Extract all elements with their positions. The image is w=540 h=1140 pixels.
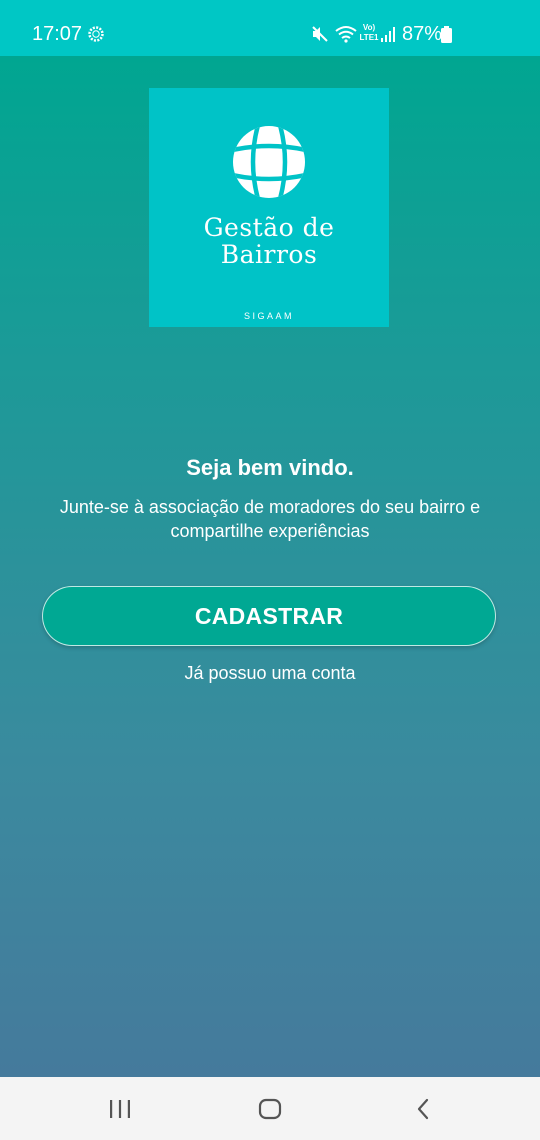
status-bar: 17:07 Vo) LTE1 87% [0,0,540,56]
logo-title-line2: Bairros [220,240,318,269]
login-link[interactable]: Já possuo uma conta [0,661,540,685]
settings-gear-icon [88,26,104,42]
signup-button[interactable]: CADASTRAR [42,586,496,646]
wifi-icon [335,26,357,43]
welcome-text-line2: compartilhe experiências [170,521,370,541]
globe-icon [233,126,305,198]
back-button[interactable] [383,1077,463,1140]
network-volte-label: Vo) [362,23,376,32]
app-logo: Gestão de Bairros SIGAAM [149,88,389,327]
logo-title: Gestão de Bairros [149,214,389,268]
main-content: Gestão de Bairros SIGAAM Seja bem vindo.… [0,56,540,1077]
home-button[interactable] [230,1077,310,1140]
navigation-bar [0,1077,540,1140]
network-type-label: Vo) LTE1 [358,23,380,43]
recent-apps-icon [110,1099,130,1118]
welcome-text-line1: Junte-se à associação de moradores do se… [59,497,481,517]
back-icon [417,1098,429,1119]
home-icon [258,1098,282,1119]
signal-icon [381,27,395,42]
status-time: 17:07 [32,23,83,45]
network-lte-label: LTE1 [359,33,379,42]
welcome-screen: 17:07 Vo) LTE1 87% Gestão de Bairros SIG… [0,0,540,1140]
battery-percent: 87% [402,23,443,45]
logo-subtitle: SIGAAM [243,311,294,321]
battery-icon [441,26,452,43]
recent-apps-button[interactable] [80,1077,160,1140]
logo-title-line1: Gestão de [203,213,335,242]
mute-icon [312,26,328,42]
welcome-text: Junte-se à associação de moradores do se… [20,495,520,543]
welcome-title: Seja bem vindo. [186,455,354,480]
